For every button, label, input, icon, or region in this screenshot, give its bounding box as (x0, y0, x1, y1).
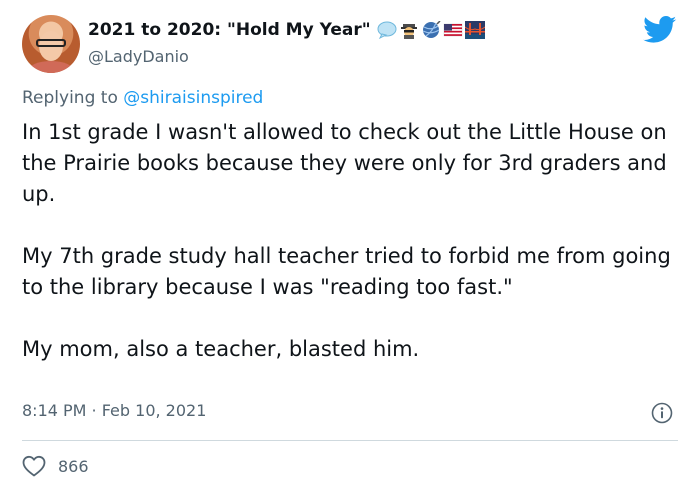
like-count: 866 (58, 456, 89, 476)
name-emoji-row (377, 21, 485, 39)
tweet-timestamp[interactable]: 8:14 PM · Feb 10, 2021 (22, 401, 206, 420)
spy-detective-icon (400, 24, 417, 39)
author-name-row: 2021 to 2020: "Hold My Year" (88, 20, 485, 40)
bridge-at-night-icon (464, 21, 485, 39)
yarn-ball-icon (422, 21, 441, 38)
tweet-paragraph: My 7th grade study hall teacher tried to… (22, 244, 671, 299)
heart-icon[interactable] (22, 455, 46, 477)
avatar-glasses (36, 39, 66, 47)
avatar-shirt (28, 61, 74, 73)
info-icon[interactable] (651, 402, 673, 424)
replying-prefix: Replying to (22, 88, 118, 108)
twitter-bird-icon[interactable] (643, 16, 677, 44)
replying-to: Replying to @shiraisinspired (22, 88, 263, 108)
tweet-paragraph: My mom, also a teacher, blasted him. (22, 337, 420, 361)
avatar[interactable] (22, 15, 80, 73)
like-row: 866 (22, 455, 89, 477)
author-display-name[interactable]: 2021 to 2020: "Hold My Year" (88, 20, 371, 40)
us-flag-icon (443, 23, 462, 37)
speech-bubble-icon (377, 21, 397, 39)
tweet-paragraph: In 1st grade I wasn't allowed to check o… (22, 120, 667, 206)
author-handle[interactable]: @LadyDanio (88, 47, 189, 66)
divider (22, 440, 678, 441)
tweet-text: In 1st grade I wasn't allowed to check o… (22, 117, 682, 396)
reply-mention-link[interactable]: @shiraisinspired (123, 88, 263, 108)
